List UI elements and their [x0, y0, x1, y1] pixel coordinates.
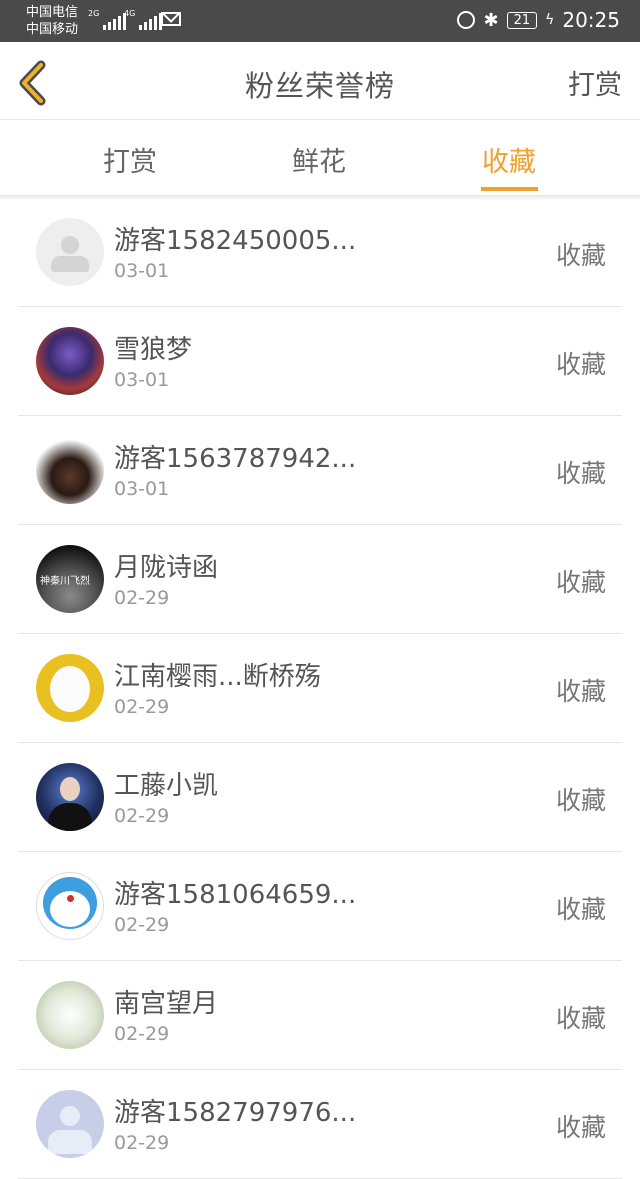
list-item[interactable]: 游客1581064659... 02-29 收藏 [18, 852, 622, 961]
user-name: 游客1563787942... [114, 444, 357, 474]
user-name: 江南樱雨...断桥殇 [114, 662, 321, 692]
sketch-avatar [36, 436, 104, 504]
dog-avatar [36, 654, 104, 722]
user-name: 工藤小凯 [114, 771, 219, 801]
action-label: 收藏 [555, 1004, 606, 1033]
anime-avatar [36, 327, 104, 395]
charging-icon: ϟ [545, 12, 555, 28]
default-avatar [36, 1090, 104, 1158]
user-name: 南宫望月 [114, 989, 219, 1019]
date: 02-29 [114, 1132, 170, 1154]
action-label: 收藏 [555, 895, 606, 924]
date: 03-01 [114, 478, 170, 500]
action-label: 收藏 [555, 241, 606, 270]
carrier-1: 中国电信 [26, 5, 79, 20]
tab-bar: 打赏 鲜花 收藏 [0, 120, 640, 196]
flower-avatar [36, 981, 104, 1049]
date: 02-29 [114, 587, 170, 609]
page-title: 粉丝荣誉榜 [244, 69, 395, 103]
bluetooth-icon: ✱ [483, 9, 499, 31]
list-item[interactable]: 神秦川飞烈 月陇诗函 02-29 收藏 [18, 525, 622, 634]
tab-favorites[interactable]: 收藏 [482, 140, 536, 179]
user-name: 游客1582450005... [114, 226, 357, 256]
action-label: 收藏 [555, 568, 606, 597]
action-label: 收藏 [555, 459, 606, 488]
dark-text-avatar: 神秦川飞烈 [36, 545, 104, 613]
tab-flowers[interactable]: 鲜花 [292, 140, 346, 179]
list-item[interactable]: 雪狼梦 03-01 收藏 [18, 307, 622, 416]
date: 02-29 [114, 914, 170, 936]
fan-list: 游客1582450005... 03-01 收藏 雪狼梦 03-01 收藏 游客… [18, 198, 622, 1179]
tip-button[interactable]: 打赏 [568, 63, 622, 102]
user-name: 月陇诗函 [114, 553, 219, 583]
carrier-2: 中国移动 [26, 22, 79, 37]
user-name: 雪狼梦 [114, 335, 193, 365]
mail-icon [161, 12, 181, 26]
nav-header: 粉丝荣誉榜 打赏 [0, 42, 640, 120]
date: 03-01 [114, 260, 170, 282]
default-avatar [36, 218, 104, 286]
portrait-avatar [36, 763, 104, 831]
action-label: 收藏 [555, 677, 606, 706]
list-item[interactable]: 江南樱雨...断桥殇 02-29 收藏 [18, 634, 622, 743]
avatar-text: 神秦川飞烈 [40, 576, 90, 587]
action-label: 收藏 [555, 350, 606, 379]
date: 02-29 [114, 805, 170, 827]
date: 02-29 [114, 1023, 170, 1045]
list-item[interactable]: 南宫望月 02-29 收藏 [18, 961, 622, 1070]
active-tab-indicator [481, 187, 538, 191]
doraemon-avatar [36, 872, 104, 940]
list-item[interactable]: 工藤小凯 02-29 收藏 [18, 743, 622, 852]
user-name: 游客1581064659... [114, 880, 357, 910]
signal-4g-icon: 4G [124, 9, 163, 30]
battery-icon: 21 [506, 11, 538, 29]
list-item[interactable]: 游客1582797976... 02-29 收藏 [18, 1070, 622, 1179]
carrier-info: 中国电信 中国移动 [26, 4, 78, 38]
signal-2g-icon: 2G [88, 9, 127, 30]
alarm-icon [457, 11, 476, 29]
network-4g-label: 4G [124, 9, 136, 18]
list-item[interactable]: 游客1582450005... 03-01 收藏 [18, 198, 622, 307]
list-item[interactable]: 游客1563787942... 03-01 收藏 [18, 416, 622, 525]
clock: 20:25 [562, 8, 620, 32]
action-label: 收藏 [555, 786, 606, 815]
date: 03-01 [114, 369, 170, 391]
status-bar: 中国电信 中国移动 2G 4G ✱ 21 ϟ 20:25 [0, 0, 640, 42]
user-name: 游客1582797976... [114, 1098, 357, 1128]
date: 02-29 [114, 696, 170, 718]
network-2g-label: 2G [88, 9, 100, 18]
tab-tip[interactable]: 打赏 [103, 140, 157, 179]
action-label: 收藏 [555, 1113, 606, 1142]
